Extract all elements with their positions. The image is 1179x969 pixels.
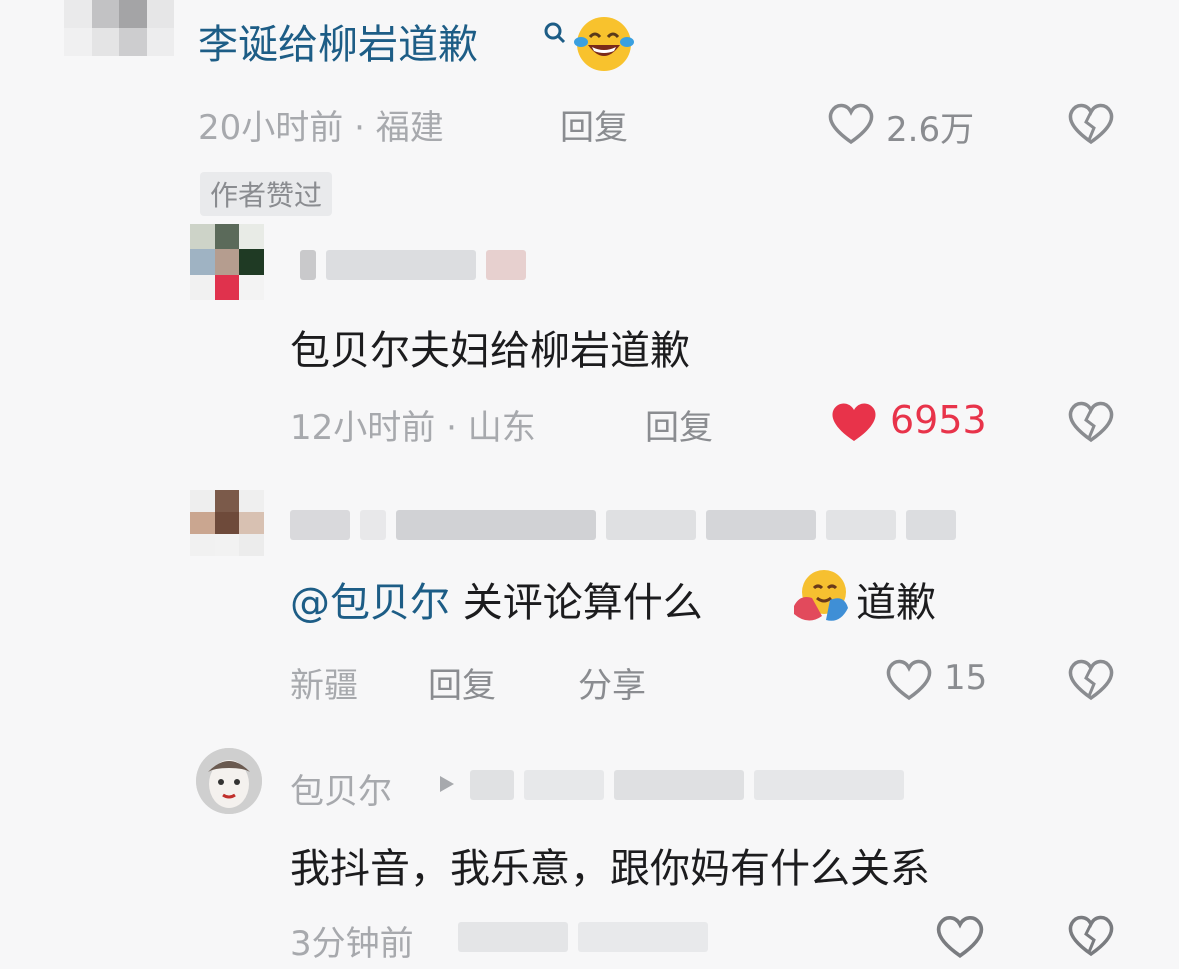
comment-location: 福建 — [375, 108, 444, 148]
username[interactable]: 包贝尔 — [290, 764, 392, 813]
mention-link[interactable]: @包贝尔 — [290, 580, 450, 626]
author-liked-badge: 作者赞过 — [200, 172, 333, 216]
comment-text: 李诞给柳岩道歉 — [198, 15, 478, 75]
reply-button[interactable]: 回复 — [560, 100, 628, 149]
comment-time: 3分钟前 — [290, 924, 414, 964]
comment-text-part: 道歉 — [856, 580, 936, 626]
reply-button[interactable]: 回复 — [428, 658, 496, 707]
comment-meta: 20小时前 · 福建 — [198, 100, 444, 149]
like-heart-icon[interactable] — [826, 100, 876, 146]
like-count: 2.6万 — [886, 110, 975, 150]
comment-text: @包贝尔 关评论算什么 — [290, 570, 703, 628]
comment-location: 山东 — [467, 408, 536, 448]
comment-text: 我抖音，我乐意，跟你妈有什么关系 — [290, 846, 930, 892]
meta-dot: · — [446, 408, 468, 448]
search-icon[interactable] — [542, 20, 568, 50]
comment-text-content: 李诞给柳岩道歉 — [198, 22, 478, 68]
comment-text: 包贝尔夫妇给柳岩道歉 — [290, 328, 690, 374]
like-count: 6953 — [890, 398, 987, 442]
dislike-broken-heart-icon[interactable] — [1066, 656, 1116, 702]
reply-button[interactable]: 回复 — [645, 400, 713, 449]
reply-target-blurred[interactable] — [470, 768, 904, 802]
avatar[interactable] — [196, 748, 262, 814]
reply-arrow-icon — [438, 774, 456, 798]
meta-dot: · — [354, 108, 376, 148]
dislike-broken-heart-icon[interactable] — [1066, 398, 1116, 444]
avatar[interactable] — [190, 490, 264, 556]
dislike-broken-heart-icon[interactable] — [1066, 100, 1116, 146]
comment-time: 12小时前 — [290, 408, 436, 448]
username-blurred[interactable] — [300, 248, 526, 282]
like-count: 15 — [944, 658, 988, 698]
avatar[interactable] — [190, 224, 264, 300]
comment-text-part: 关评论算什么 — [462, 580, 703, 626]
comment-time: 20小时前 — [198, 108, 344, 148]
like-heart-icon[interactable] — [884, 656, 934, 702]
hugging-face-emoji — [790, 566, 852, 630]
share-button[interactable]: 分享 — [578, 658, 646, 707]
comment-location: 新疆 — [290, 666, 358, 706]
dislike-broken-heart-icon[interactable] — [1066, 912, 1116, 958]
blurred-meta — [458, 920, 708, 954]
comment-meta: 12小时前 · 山东 — [290, 400, 536, 449]
liked-heart-icon[interactable] — [828, 398, 880, 444]
laughing-tears-emoji — [572, 12, 636, 76]
username-blurred[interactable] — [290, 508, 956, 542]
avatar[interactable] — [64, 0, 174, 56]
like-heart-icon[interactable] — [934, 912, 986, 960]
